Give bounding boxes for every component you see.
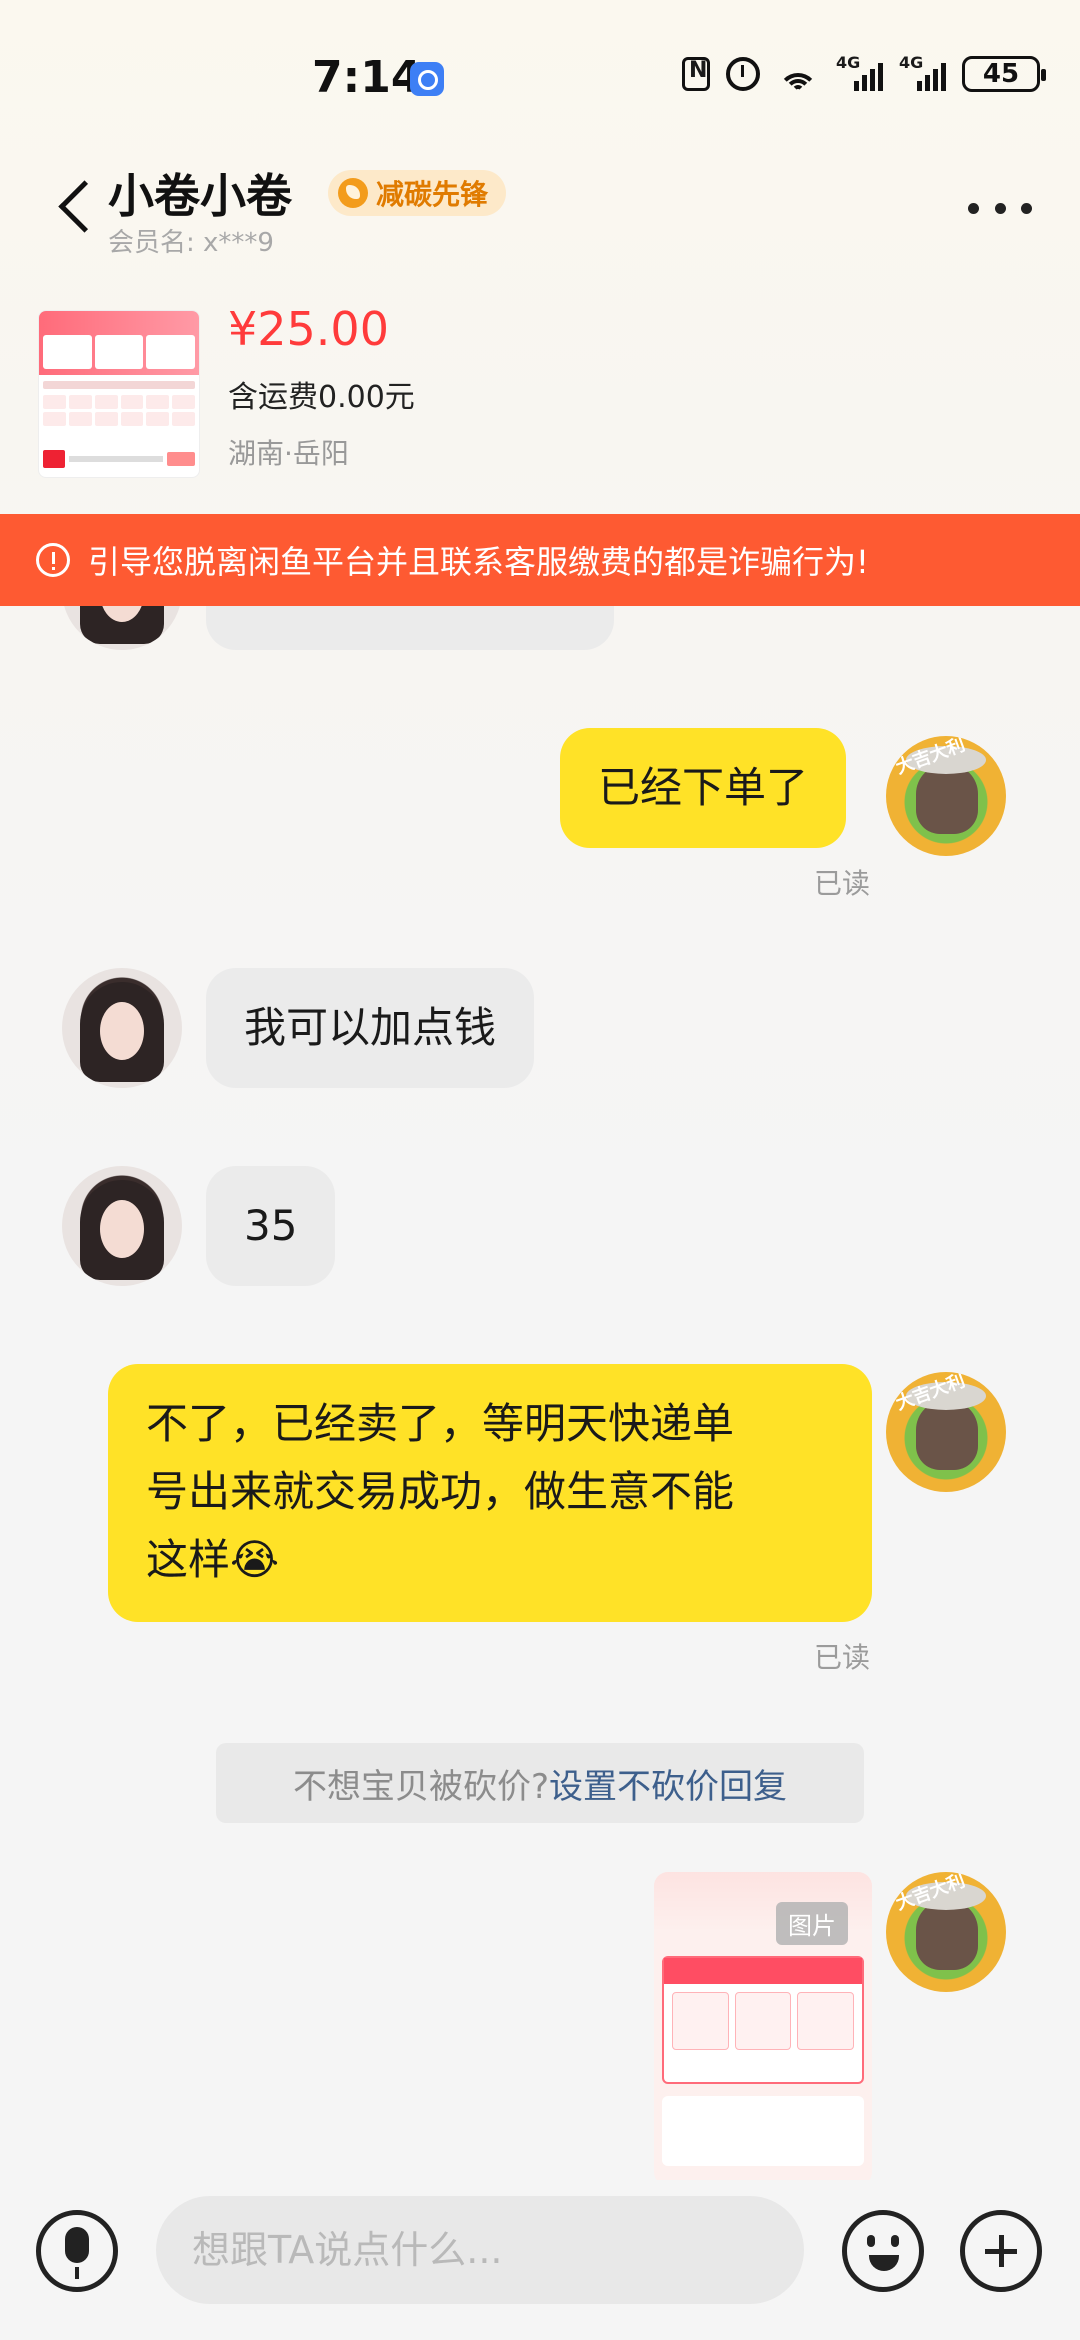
message-text-line: 这样😭 — [146, 1535, 280, 1584]
message-text: 已经下单了 — [598, 763, 809, 812]
alarm-app-icon — [410, 62, 444, 96]
image-message[interactable]: 图片 — [654, 1872, 872, 2180]
signal-icon-2: 4G — [899, 53, 946, 91]
my-avatar[interactable]: 大吉大利 — [886, 1372, 1006, 1492]
alarm-icon — [726, 57, 760, 91]
image-tag: 图片 — [776, 1902, 848, 1945]
status-bar: 7:14 4G 4G 45 — [0, 0, 1080, 150]
message-input[interactable] — [156, 2196, 804, 2304]
buyer-avatar[interactable] — [62, 968, 182, 1088]
message-bubble-incoming[interactable]: 我可以加点钱 — [206, 968, 535, 1088]
battery-level: 45 — [982, 59, 1020, 89]
more-options-button[interactable] — [968, 196, 1032, 220]
status-icons: 4G 4G 45 — [682, 53, 1046, 92]
tip-text: 不想宝贝被砍价? — [292, 1766, 550, 1807]
product-price: ¥25.00 — [228, 302, 389, 356]
avatar-ribbon: 大吉大利 — [893, 1372, 968, 1415]
message-bubble-outgoing[interactable]: 已经下单了 — [560, 728, 847, 848]
signal-label-2: 4G — [899, 53, 924, 72]
message-bubble-incoming[interactable]: 35 — [206, 1166, 336, 1286]
message-text: 我可以加点钱 — [244, 1003, 497, 1052]
product-location: 湖南·岳阳 — [228, 437, 349, 470]
my-avatar[interactable]: 大吉大利 — [886, 1872, 1006, 1992]
member-name: 会员名: x***9 — [108, 228, 274, 258]
emoji-icon[interactable] — [842, 2210, 924, 2292]
message-bubble-outgoing[interactable]: 不了，已经卖了，等明天快递单 号出来就交易成功，做生意不能 这样😭 — [108, 1364, 872, 1622]
seller-name[interactable]: 小卷小卷 — [108, 160, 292, 226]
avatar-ribbon: 大吉大利 — [893, 1872, 968, 1915]
message-text-line: 不了，已经卖了，等明天快递单 — [146, 1399, 735, 1448]
no-bargain-setting-link[interactable]: 设置不砍价回复 — [549, 1759, 787, 1808]
read-status: 已读 — [814, 867, 871, 900]
avatar-ribbon: 大吉大利 — [893, 736, 968, 779]
shipping-fee: 含运费0.00元 — [228, 380, 415, 415]
battery-icon: 45 — [962, 56, 1046, 92]
plus-icon[interactable] — [960, 2210, 1042, 2292]
nfc-icon — [682, 57, 710, 91]
warning-text: 引导您脱离闲鱼平台并且联系客服缴费的都是诈骗行为! — [88, 543, 869, 581]
badge-label: 减碳先锋 — [376, 178, 489, 211]
leaf-icon — [338, 178, 368, 208]
message-text: 35 — [244, 1201, 298, 1250]
microphone-icon[interactable] — [36, 2210, 118, 2292]
input-bar — [0, 2180, 1080, 2340]
read-status: 已读 — [814, 1641, 871, 1674]
message-text-line: 号出来就交易成功，做生意不能 — [146, 1467, 735, 1516]
buyer-avatar[interactable] — [62, 606, 182, 650]
signal-label: 4G — [836, 53, 861, 72]
buyer-avatar[interactable] — [62, 1166, 182, 1286]
seller-badge[interactable]: 减碳先锋 — [328, 170, 507, 216]
my-avatar[interactable]: 大吉大利 — [886, 736, 1006, 856]
chat-area[interactable]: 已经下单了 大吉大利 已读 我可以加点钱 35 不了，已经卖了，等明天快递单 号… — [0, 606, 1080, 2180]
product-thumbnail[interactable] — [38, 310, 200, 478]
fraud-warning-banner: 引导您脱离闲鱼平台并且联系客服缴费的都是诈骗行为! — [0, 514, 1080, 606]
status-time: 7:14 — [312, 52, 422, 103]
bargain-tip: 不想宝贝被砍价? 设置不砍价回复 — [216, 1743, 864, 1823]
message-bubble-partial[interactable] — [206, 606, 614, 650]
warning-icon — [36, 543, 70, 577]
wifi-icon — [776, 57, 820, 91]
signal-icon: 4G — [836, 53, 883, 91]
back-button[interactable] — [52, 176, 98, 236]
